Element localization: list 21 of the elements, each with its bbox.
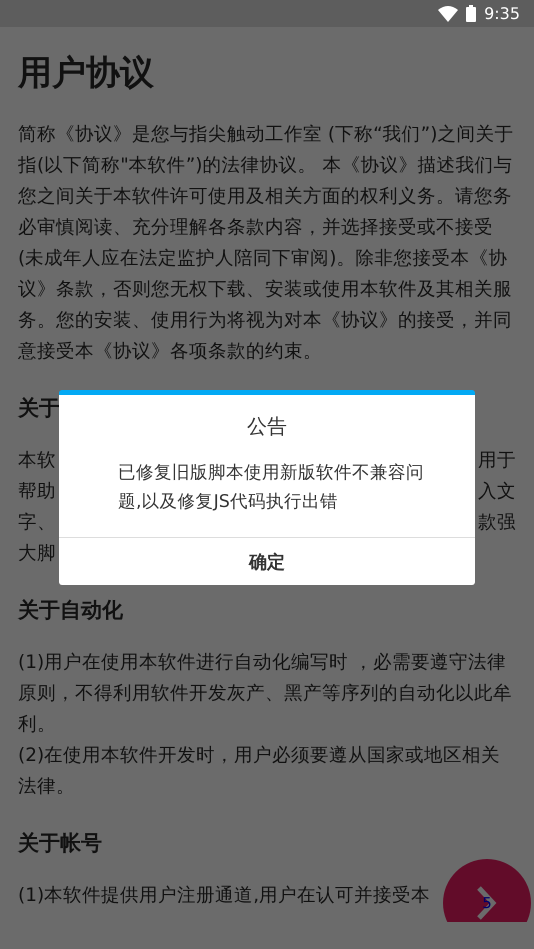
dialog-message: 已修复旧版脚本使用新版软件不兼容问题,以及修复JS代码执行出错 xyxy=(118,462,425,514)
text-fragment: 本软 xyxy=(18,449,56,473)
clock-time: 9:35 xyxy=(484,4,520,23)
section-heading: 关于帐号 xyxy=(18,830,103,857)
wifi-icon xyxy=(438,6,458,22)
section-heading: 关于 xyxy=(18,395,61,422)
text-fragment: 字、 xyxy=(18,511,56,535)
paragraph: (1)本软件提供用户注册通道,用户在认可并接受本 xyxy=(18,884,430,908)
paragraph: 简称《协议》是您与指尖触动工作室 (下称“我们”)之间关于指(以下简称"本软件”)的法律协议。 本《协议》描述我们与您之间关于本软件许可使用及相关方面的权利义务。请您务必审慎阅读、充分理解各条款内容，并选择接受或不接受(未成年人应在法定监护人陪同下审阅)。除非您接受本《协议》条款，否则您无权下载、安装或使用本软件及其相关服务。您的安装、使用行为将视为对本《协议》的接受，并同意接受本《协议》各项条款的约束。 xyxy=(18,123,514,364)
section-heading: 关于自动化 xyxy=(18,597,124,624)
text-fragment: 帮助 xyxy=(18,480,56,504)
text-fragment: 入文 xyxy=(478,480,516,504)
confirm-button[interactable]: 确定 xyxy=(59,537,475,585)
battery-icon xyxy=(466,5,476,22)
page-title: 用户协议 xyxy=(18,52,155,95)
text-fragment: 用于 xyxy=(478,449,516,473)
text-fragment: 大脚 xyxy=(18,542,56,566)
dialog-title: 公告 xyxy=(246,413,288,440)
paragraph: (2)在使用本软件开发时，用户必须要遵从国家或地区相关法律。 xyxy=(18,744,502,799)
paragraph: (1)用户在使用本软件进行自动化编写时 ，必需要遵守法律原则，不得利用软件开发灰产、黑产等序列的自动化以此牟利。 xyxy=(18,651,513,737)
text-fragment: 款强 xyxy=(478,511,516,535)
